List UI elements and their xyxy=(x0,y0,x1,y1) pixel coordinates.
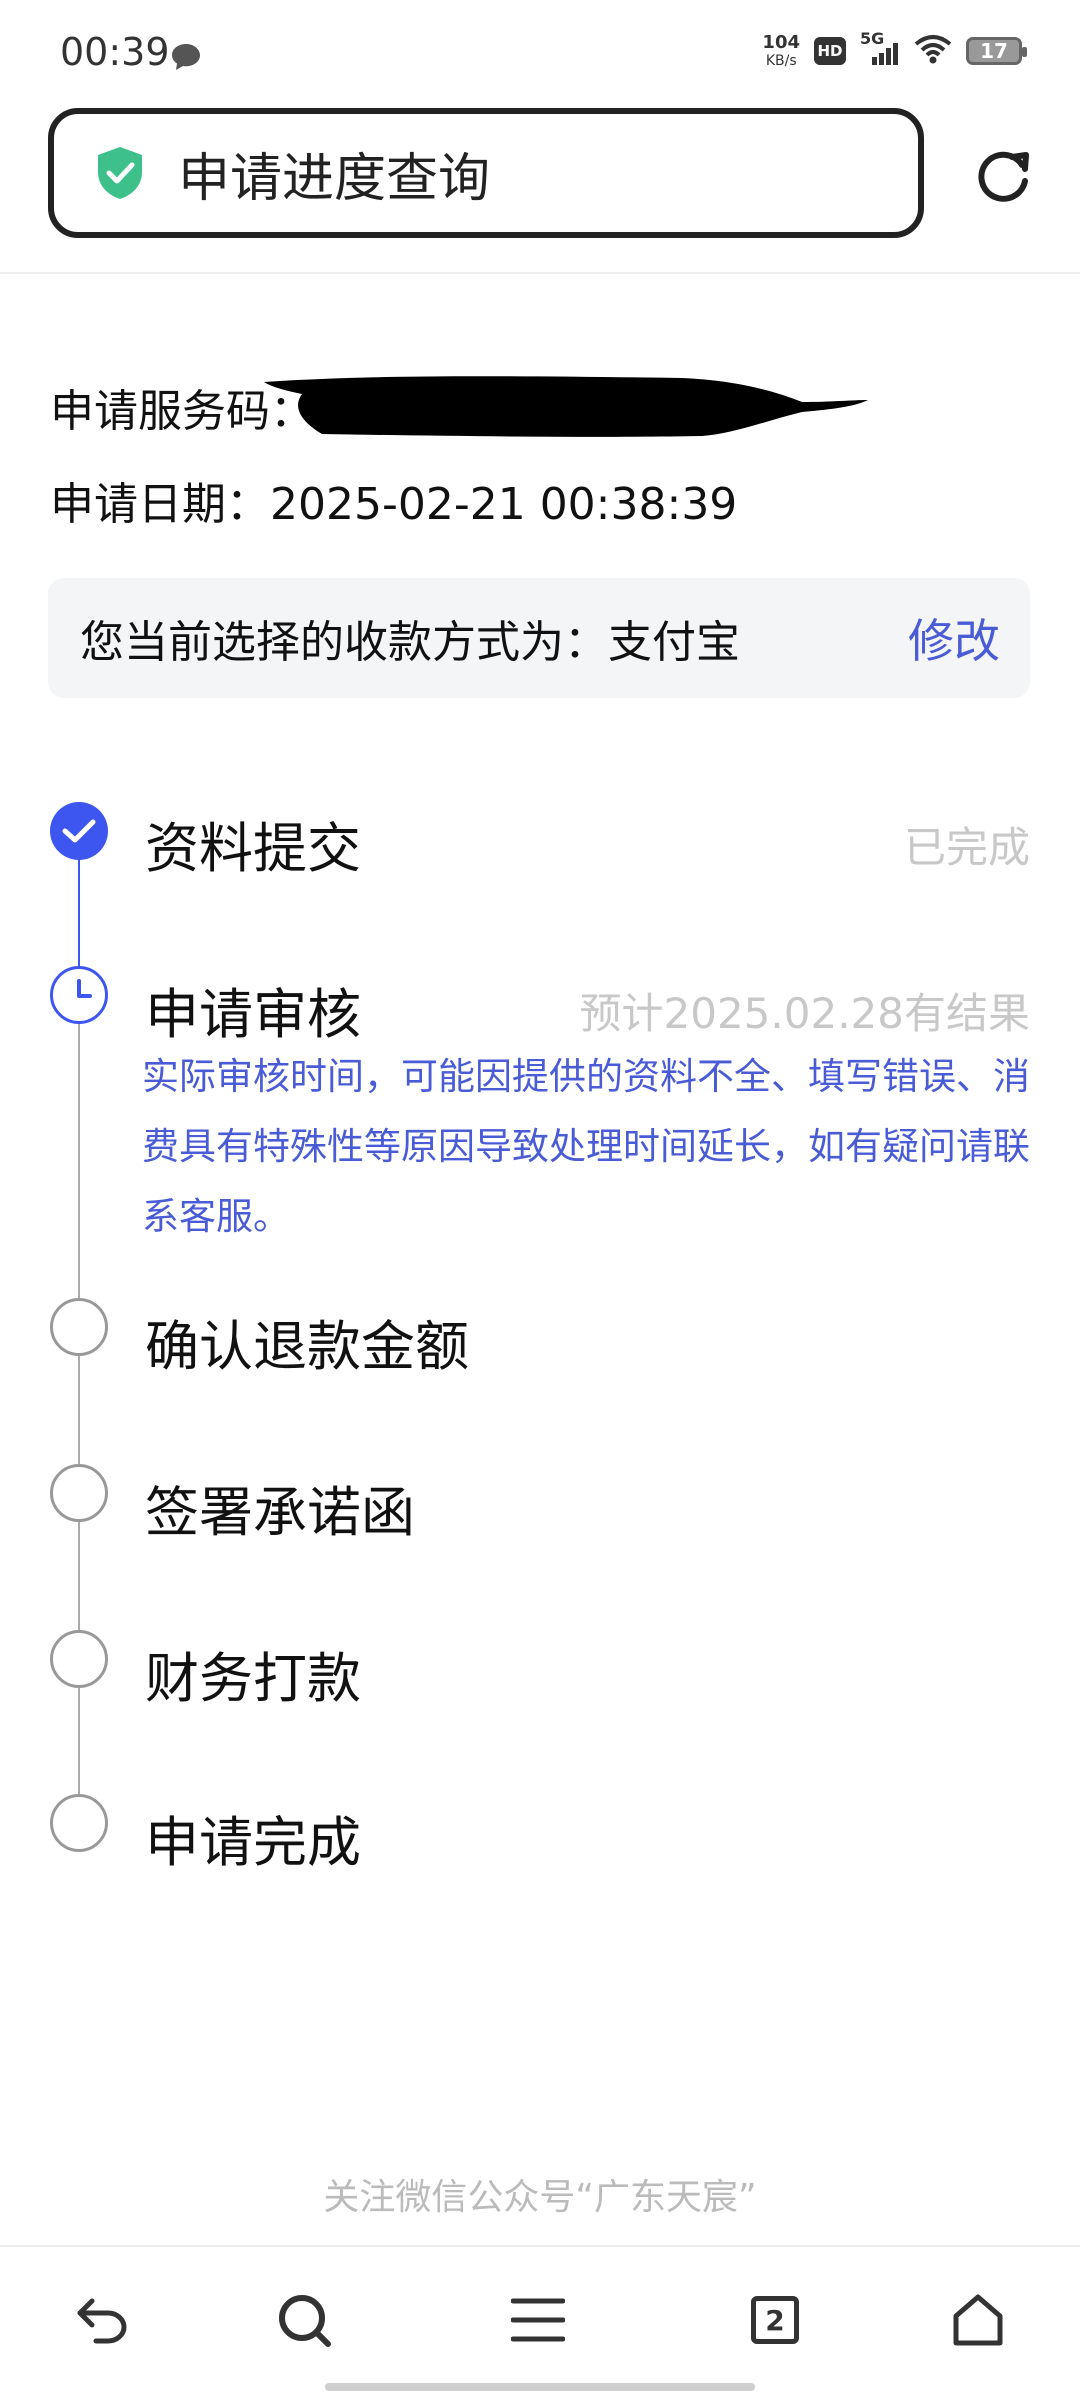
home-indicator[interactable] xyxy=(325,2383,755,2391)
page-title: 申请进度查询 xyxy=(178,148,491,209)
footer-text: 关注微信公众号“广东天宸” xyxy=(323,2177,757,2218)
step-label: 申请审核 xyxy=(145,983,361,1046)
signal-icon: 5G xyxy=(860,29,900,67)
tabs-count: 2 xyxy=(751,2296,799,2344)
app-screen: 00:39 104 KB/s HD 5G 17 申请进度查询 申请服务码： 申请… xyxy=(0,0,1080,2400)
net-speed-value: 104 xyxy=(762,32,800,53)
clock-icon xyxy=(50,966,108,1024)
redaction-scribble xyxy=(264,376,868,437)
timeline-connector xyxy=(78,1024,80,1300)
battery-icon: 17 xyxy=(966,37,1027,65)
hd-badge: HD xyxy=(814,37,846,65)
status-indicators: 104 KB/s HD 5G 17 xyxy=(762,29,1027,69)
step-status: 已完成 xyxy=(903,823,1030,872)
payment-method-box: 您当前选择的收款方式为：支付宝 修改 xyxy=(48,578,1030,698)
refresh-icon[interactable] xyxy=(972,145,1034,207)
step-label: 确认退款金额 xyxy=(145,1315,469,1378)
status-time: 00:39 xyxy=(60,30,170,74)
nav-divider xyxy=(0,2245,1080,2247)
back-icon[interactable] xyxy=(72,2290,132,2350)
status-bar: 00:39 104 KB/s HD 5G 17 xyxy=(0,0,1080,100)
check-icon xyxy=(50,802,108,860)
pending-step-circle xyxy=(50,1464,108,1522)
step-label: 申请完成 xyxy=(145,1811,361,1874)
shield-check-icon xyxy=(94,145,146,201)
step-label: 资料提交 xyxy=(145,817,361,880)
pending-step-circle xyxy=(50,1630,108,1688)
step-status: 预计2025.02.28有结果 xyxy=(579,989,1030,1038)
home-icon[interactable] xyxy=(948,2290,1008,2350)
timeline-connector xyxy=(78,1356,80,1466)
pending-step-circle xyxy=(50,1298,108,1356)
pending-step-circle xyxy=(50,1794,108,1852)
timeline-connector xyxy=(78,1688,80,1796)
timeline-connector xyxy=(78,1522,80,1632)
step-label: 财务打款 xyxy=(145,1647,361,1710)
header-divider xyxy=(0,272,1080,274)
edit-payment-link[interactable]: 修改 xyxy=(908,605,1000,671)
address-bar[interactable]: 申请进度查询 xyxy=(48,108,924,238)
timeline-connector xyxy=(78,860,80,976)
apply-date: 申请日期：2025-02-21 00:38:39 xyxy=(50,479,738,530)
payment-method-text: 您当前选择的收款方式为：支付宝 xyxy=(80,617,740,668)
wifi-icon xyxy=(914,34,952,68)
step-label: 签署承诺函 xyxy=(145,1481,415,1544)
review-note: 实际审核时间，可能因提供的资料不全、填写错误、消费具有特殊性等原因导致处理时间延… xyxy=(142,1055,1030,1238)
tabs-icon[interactable]: 2 xyxy=(745,2290,805,2350)
net-speed-unit: KB/s xyxy=(765,53,797,69)
net-speed: 104 KB/s xyxy=(762,32,800,69)
message-icon xyxy=(170,42,202,76)
search-icon[interactable] xyxy=(274,2290,334,2350)
menu-icon[interactable] xyxy=(508,2290,568,2350)
bottom-nav: 2 xyxy=(0,2290,1080,2350)
